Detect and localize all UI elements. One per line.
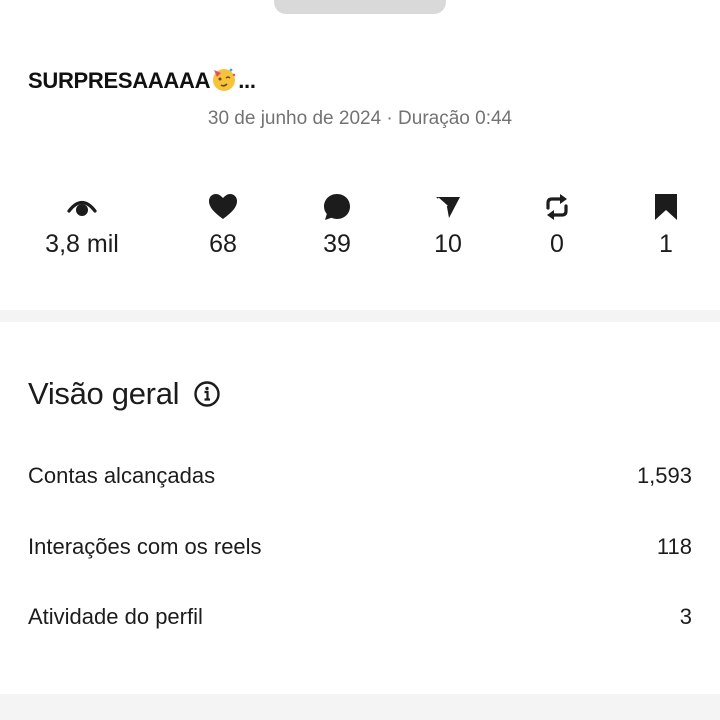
section-divider bbox=[0, 310, 720, 322]
stat-shares-value: 10 bbox=[434, 230, 462, 258]
caption-text: SURPRESAAAAA bbox=[28, 68, 211, 93]
post-caption: SURPRESAAAAA ... bbox=[28, 66, 256, 94]
repost-icon bbox=[502, 188, 612, 226]
overview-heading: Visão geral bbox=[28, 376, 221, 412]
overview-row-reel-interactions[interactable]: Interações com os reels 118 bbox=[28, 531, 692, 563]
partying-face-emoji-icon bbox=[211, 66, 237, 92]
overview-row-profile-activity[interactable]: Atividade do perfil 3 bbox=[28, 601, 692, 633]
row-value: 1,593 bbox=[636, 463, 692, 488]
comment-icon bbox=[282, 188, 392, 226]
stat-comments[interactable]: 39 bbox=[282, 188, 392, 259]
send-icon bbox=[393, 188, 503, 226]
stat-likes[interactable]: 68 bbox=[168, 188, 278, 259]
stat-reposts-value: 0 bbox=[550, 230, 564, 258]
stat-reposts[interactable]: 0 bbox=[502, 188, 612, 259]
stat-saves-value: 1 bbox=[659, 230, 673, 258]
heart-icon bbox=[168, 188, 278, 226]
eye-icon bbox=[27, 188, 137, 226]
row-value: 3 bbox=[679, 604, 692, 629]
stats-bar: 3,8 mil 68 39 10 0 1 bbox=[0, 188, 720, 268]
section-divider-bottom bbox=[0, 694, 720, 720]
row-label: Contas alcançadas bbox=[28, 463, 216, 488]
stat-views[interactable]: 3,8 mil bbox=[27, 188, 137, 259]
post-date-duration: 30 de junho de 2024 · Duração 0:44 bbox=[207, 108, 513, 129]
stat-likes-value: 68 bbox=[209, 230, 237, 258]
overview-title: Visão geral bbox=[28, 376, 180, 411]
stat-shares[interactable]: 10 bbox=[393, 188, 503, 259]
info-icon[interactable] bbox=[193, 380, 221, 408]
stat-saves[interactable]: 1 bbox=[611, 188, 720, 259]
sheet-drag-handle[interactable] bbox=[274, 0, 446, 14]
row-label: Interações com os reels bbox=[28, 534, 262, 559]
row-value: 118 bbox=[656, 534, 692, 559]
stat-comments-value: 39 bbox=[323, 230, 351, 258]
stat-views-value: 3,8 mil bbox=[45, 230, 119, 258]
row-label: Atividade do perfil bbox=[28, 604, 203, 629]
overview-row-accounts-reached[interactable]: Contas alcançadas 1,593 bbox=[28, 460, 692, 492]
bookmark-icon bbox=[611, 188, 720, 226]
caption-ellipsis: ... bbox=[238, 68, 256, 93]
